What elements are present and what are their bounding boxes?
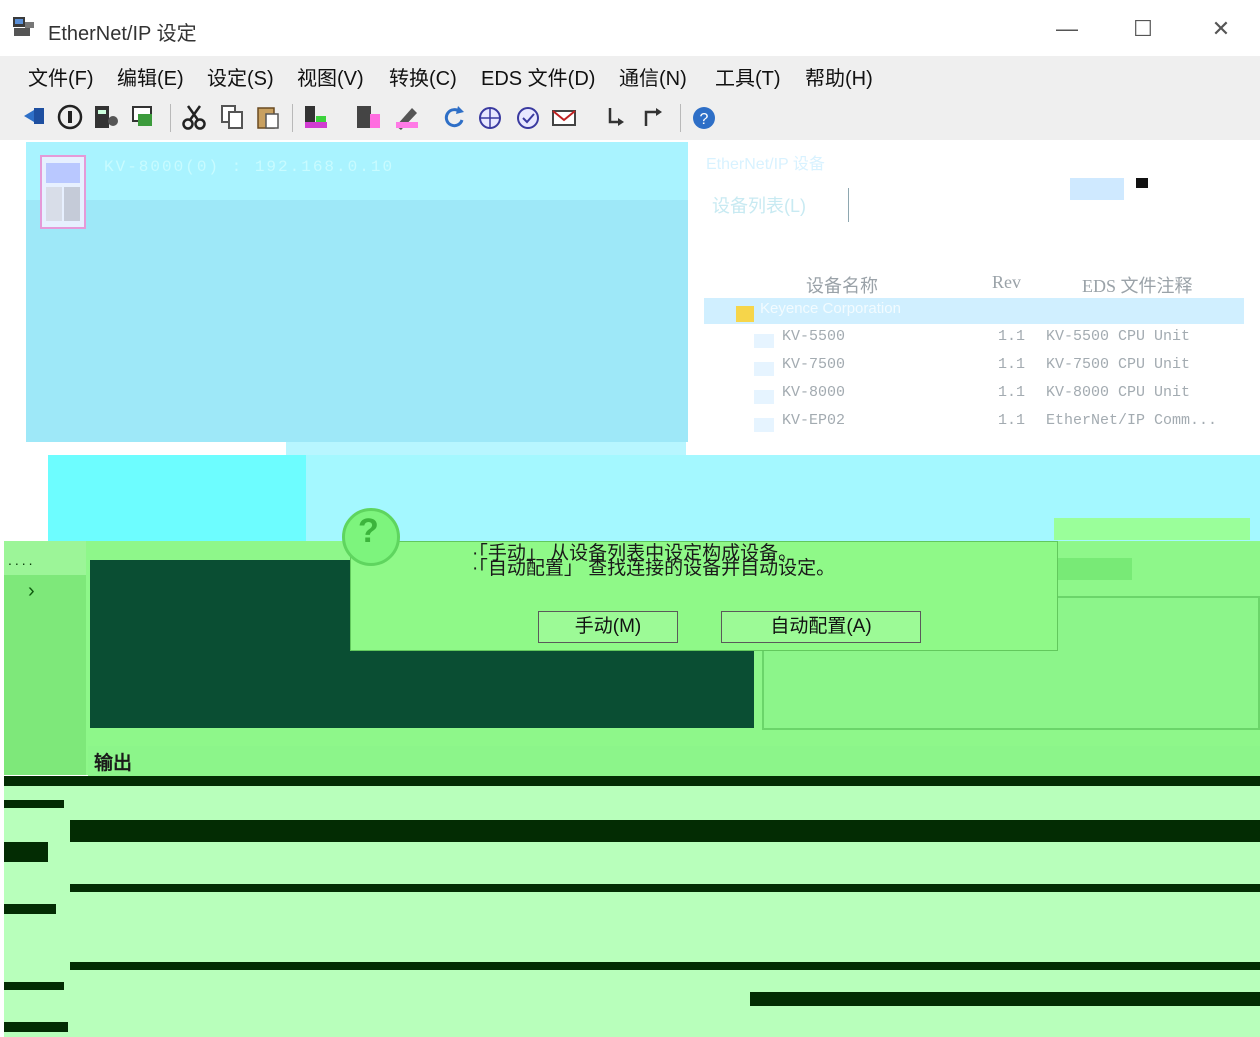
- device-row-eds: KV-8000 CPU Unit: [1046, 384, 1191, 401]
- device-settings-icon[interactable]: [92, 102, 120, 132]
- output-label: 输出: [94, 753, 133, 774]
- menu-tools[interactable]: 工具(T): [715, 62, 781, 91]
- menu-edit[interactable]: 编辑(E): [117, 62, 184, 91]
- device-row-rev: 1.1: [998, 384, 1026, 401]
- device-row-eds: KV-7500 CPU Unit: [1046, 356, 1191, 373]
- device-row-name[interactable]: KV-5500: [782, 328, 845, 345]
- maximize-button[interactable]: ☐: [1126, 14, 1160, 44]
- menu-eds-file[interactable]: EDS 文件(D): [481, 62, 595, 91]
- globe-check-icon[interactable]: [514, 102, 542, 132]
- device-list-header: EtherNet/IP 设备: [706, 156, 825, 173]
- list-view-icon[interactable]: [1070, 178, 1124, 200]
- folder-icon: [736, 306, 754, 322]
- toolbar-separator: [680, 104, 681, 132]
- refresh-icon[interactable]: [440, 102, 468, 132]
- device-search-input[interactable]: [848, 188, 849, 222]
- device-row-eds: EtherNet/IP Comm...: [1046, 412, 1218, 429]
- output-glitch-bar: [4, 1022, 68, 1032]
- output-glitch-bar: [4, 776, 1260, 786]
- device-row-name[interactable]: KV-7500: [782, 356, 845, 373]
- menu-communication[interactable]: 通信(N): [619, 62, 687, 91]
- device-row-rev: 1.1: [998, 412, 1026, 429]
- window-title: EtherNet/IP 设定: [48, 23, 197, 45]
- column-device-name[interactable]: 设备名称: [806, 272, 878, 298]
- menu-help[interactable]: 帮助(H): [805, 62, 873, 91]
- device-row-icon: [754, 418, 774, 432]
- minimize-button[interactable]: —: [1050, 14, 1084, 44]
- close-button[interactable]: ✕: [1204, 14, 1238, 44]
- chevron-right-icon[interactable]: ›: [28, 580, 35, 603]
- menu-convert[interactable]: 转换(C): [389, 62, 457, 91]
- tree-device-label[interactable]: KV-8000(0) : 192.168.0.10: [104, 158, 394, 176]
- pen-icon[interactable]: [392, 102, 420, 132]
- toolbar-separator: [170, 104, 171, 132]
- glitch-band: [1054, 518, 1250, 540]
- device-row-icon: [754, 362, 774, 376]
- glitch-band: [4, 455, 48, 541]
- menu-view[interactable]: 视图(V): [297, 62, 364, 91]
- list-option-icon[interactable]: [1136, 178, 1148, 188]
- auto-config-button[interactable]: 自动配置(A): [721, 611, 921, 643]
- plc-device-icon[interactable]: [40, 155, 86, 229]
- question-mark: ?: [358, 512, 379, 550]
- dialog-auto-description: ·「自动配置」 查找连接的设备并自动设定。: [472, 558, 836, 579]
- app-icon: [12, 16, 36, 38]
- property-header: [1058, 558, 1132, 580]
- monitor-icon[interactable]: [130, 102, 158, 132]
- output-header: [88, 746, 1260, 776]
- glitch-band: [286, 442, 686, 455]
- toolbar-separator: [292, 104, 293, 132]
- device-row-name[interactable]: KV-8000: [782, 384, 845, 401]
- device-row-rev: 1.1: [998, 356, 1026, 373]
- mail-icon[interactable]: [550, 102, 578, 132]
- output-glitch-bar: [4, 904, 56, 914]
- vendor-label[interactable]: Keyence Corporation: [760, 300, 901, 317]
- pin-icon[interactable]: [20, 102, 48, 132]
- device-row-icon: [754, 334, 774, 348]
- paste-icon[interactable]: [254, 102, 282, 132]
- output-glitch-bar: [4, 982, 64, 990]
- output-glitch-bar: [4, 800, 64, 808]
- column-rev[interactable]: Rev: [992, 272, 1021, 293]
- globe-icon[interactable]: [476, 102, 504, 132]
- info-icon[interactable]: [56, 102, 84, 132]
- copy-icon[interactable]: [218, 102, 246, 132]
- help-icon[interactable]: ?: [690, 102, 718, 132]
- device-row-eds: KV-5500 CPU Unit: [1046, 328, 1191, 345]
- output-glitch-bar: [750, 992, 1260, 1006]
- manual-button[interactable]: 手动(M): [538, 611, 678, 643]
- glitch-band: [48, 455, 306, 541]
- output-glitch-bar: [70, 820, 1260, 842]
- device-row-icon: [754, 390, 774, 404]
- column-eds-comment[interactable]: EDS 文件注释: [1082, 272, 1193, 298]
- menu-settings[interactable]: 设定(S): [207, 62, 274, 91]
- device-row-name[interactable]: KV-EP02: [782, 412, 845, 429]
- device-row-rev: 1.1: [998, 328, 1026, 345]
- svg-text:?: ?: [700, 111, 709, 128]
- left-side-panel: [4, 541, 86, 775]
- output-glitch-bar: [70, 884, 1260, 892]
- device-list-label: 设备列表(L): [712, 196, 806, 216]
- panel-dots: ....: [8, 552, 36, 568]
- rack-icon[interactable]: [302, 102, 330, 132]
- menu-file[interactable]: 文件(F): [28, 62, 94, 91]
- arrow-down-icon[interactable]: [600, 102, 628, 132]
- arrow-up-icon[interactable]: [638, 102, 666, 132]
- output-glitch-bar: [70, 962, 1260, 970]
- rack-add-icon[interactable]: [354, 102, 382, 132]
- output-glitch-bar: [4, 842, 48, 862]
- cut-icon[interactable]: [180, 102, 208, 132]
